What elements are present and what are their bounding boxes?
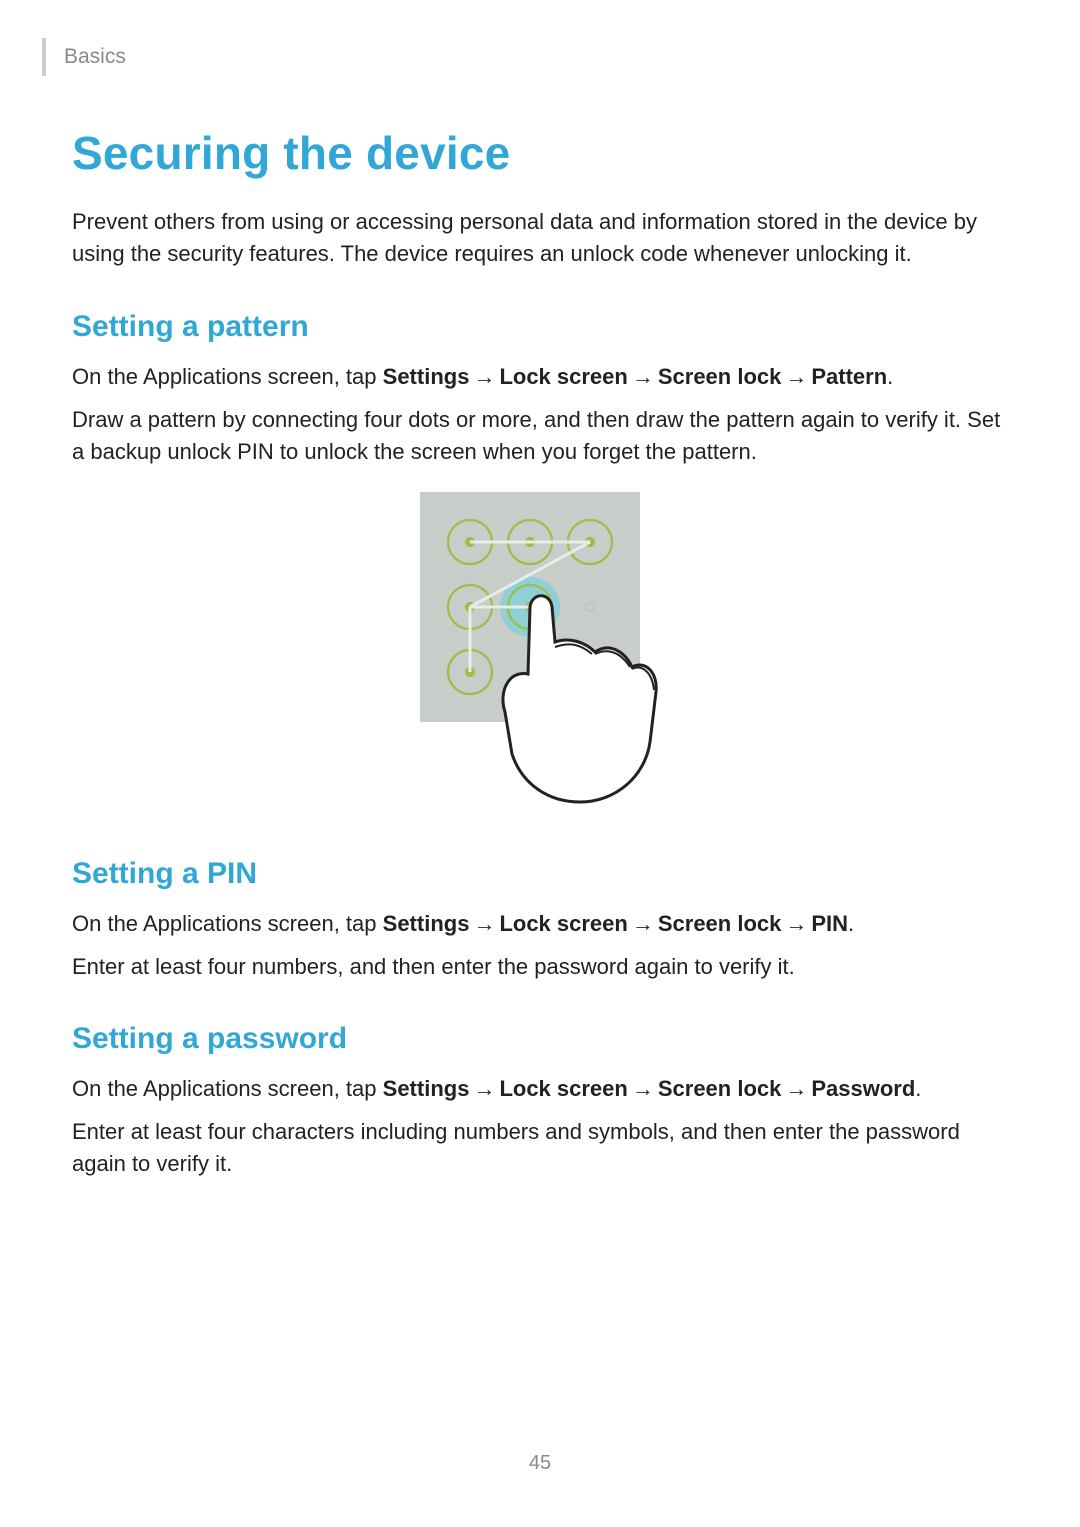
arrow-icon: →	[628, 1076, 658, 1101]
nav-step: Password	[811, 1076, 915, 1101]
arrow-icon: →	[469, 1076, 499, 1101]
header-section-label: Basics	[64, 45, 126, 69]
arrow-icon: →	[781, 1076, 811, 1101]
nav-step: Screen lock	[658, 911, 782, 936]
pattern-grid-icon	[420, 492, 660, 812]
nav-lead-text: On the Applications screen, tap	[72, 1076, 383, 1101]
nav-path-pattern: On the Applications screen, tap Settings…	[72, 364, 1008, 390]
section-heading-password: Setting a password	[72, 1022, 1008, 1056]
nav-step: Lock screen	[499, 911, 627, 936]
section-heading-pin: Setting a PIN	[72, 857, 1008, 891]
pattern-illustration	[72, 492, 1008, 817]
arrow-icon: →	[628, 364, 658, 389]
nav-lead-text: On the Applications screen, tap	[72, 911, 383, 936]
nav-step: Pattern	[811, 364, 887, 389]
intro-paragraph: Prevent others from using or accessing p…	[72, 206, 1008, 270]
nav-path-password: On the Applications screen, tap Settings…	[72, 1076, 1008, 1102]
page-number: 45	[0, 1452, 1080, 1475]
header-tick-mark	[42, 38, 46, 76]
arrow-icon: →	[469, 911, 499, 936]
nav-step: Screen lock	[658, 1076, 782, 1101]
nav-step: Settings	[383, 911, 470, 936]
nav-step: PIN	[811, 911, 848, 936]
nav-step: Settings	[383, 364, 470, 389]
nav-path-pin: On the Applications screen, tap Settings…	[72, 911, 1008, 937]
arrow-icon: →	[628, 911, 658, 936]
section-body-pin: Enter at least four numbers, and then en…	[72, 951, 1008, 983]
nav-step: Screen lock	[658, 364, 782, 389]
nav-step: Lock screen	[499, 364, 627, 389]
page-header: Basics	[72, 38, 1008, 76]
nav-lead-text: On the Applications screen, tap	[72, 364, 383, 389]
nav-step: Settings	[383, 1076, 470, 1101]
arrow-icon: →	[781, 364, 811, 389]
page-title: Securing the device	[72, 126, 1008, 180]
section-body-password: Enter at least four characters including…	[72, 1116, 1008, 1180]
arrow-icon: →	[469, 364, 499, 389]
section-heading-pattern: Setting a pattern	[72, 310, 1008, 344]
nav-step: Lock screen	[499, 1076, 627, 1101]
section-body-pattern: Draw a pattern by connecting four dots o…	[72, 404, 1008, 468]
arrow-icon: →	[781, 911, 811, 936]
